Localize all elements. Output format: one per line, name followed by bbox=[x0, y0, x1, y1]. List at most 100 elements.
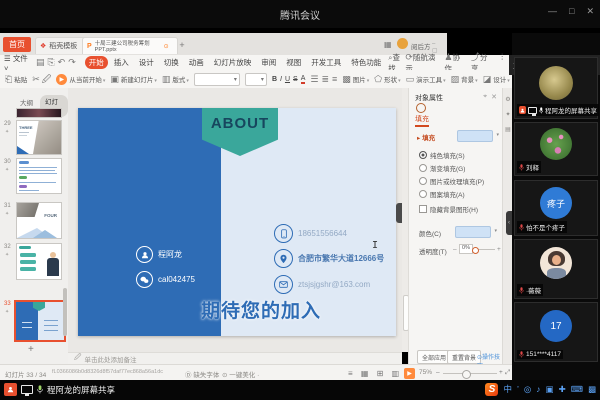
zoom-out-icon[interactable]: – bbox=[436, 369, 440, 376]
underline-button[interactable]: U bbox=[285, 76, 290, 83]
thumbnail-33-selected[interactable] bbox=[14, 300, 66, 342]
user-avatar[interactable] bbox=[397, 38, 408, 49]
doc-sync-icon[interactable]: ⊙ bbox=[164, 43, 169, 50]
transparency-value[interactable]: 0% bbox=[459, 244, 473, 254]
background-button[interactable]: ▨ 背景 bbox=[451, 74, 478, 84]
tab-design[interactable]: 设计 bbox=[135, 56, 158, 69]
ime-punct-icon[interactable]: ’ bbox=[517, 383, 519, 396]
undo-icon[interactable]: ↶ bbox=[58, 58, 66, 67]
fit-window-icon[interactable]: ⤢ bbox=[505, 369, 510, 377]
layout-button[interactable]: ▥ 版式 bbox=[162, 74, 189, 84]
tab-review[interactable]: 审阅 bbox=[257, 56, 280, 69]
tab-slideshow[interactable]: 幻灯片放映 bbox=[210, 56, 256, 69]
animation-pane-icon[interactable]: ✦ bbox=[505, 111, 511, 118]
fill-preview-swatch[interactable] bbox=[457, 130, 493, 142]
pane-collapse-handle[interactable] bbox=[396, 203, 402, 223]
picture-button[interactable]: ▩ 图片 bbox=[342, 74, 369, 84]
font-select[interactable]: ▾ bbox=[194, 73, 240, 86]
tab-animation[interactable]: 动画 bbox=[185, 56, 208, 69]
bullet-list-icon[interactable]: ☰ bbox=[310, 75, 318, 84]
play-from-current-button[interactable]: ▶ 从当前开始 bbox=[56, 74, 105, 85]
thumbnail-28-partial[interactable] bbox=[16, 108, 62, 118]
add-slide-button[interactable]: + bbox=[28, 344, 34, 355]
thumbnail-29[interactable]: THREE bbox=[16, 120, 62, 155]
participant-tile-sharer[interactable]: 程阿龙的屏幕共享 bbox=[514, 57, 598, 119]
selection-pane-icon[interactable]: ▤ bbox=[505, 126, 511, 133]
apps-grid-icon[interactable]: ▦ bbox=[384, 40, 392, 49]
strike-button[interactable]: S bbox=[293, 76, 298, 83]
ime-emoji-icon[interactable]: ◎ bbox=[524, 383, 531, 396]
ime-skin-icon[interactable]: ▣ bbox=[546, 383, 554, 396]
participant-tile[interactable]: 刘释 bbox=[514, 122, 598, 176]
participant-tile[interactable]: 17 151****4117 bbox=[514, 302, 598, 362]
restore-icon[interactable]: □ bbox=[569, 6, 574, 17]
present-tools-button[interactable]: ▭ 演示工具 bbox=[406, 74, 446, 84]
thumbnail-31[interactable]: FOUR bbox=[16, 202, 62, 239]
pin-icon[interactable]: ⌖ bbox=[483, 93, 487, 101]
tab-transition[interactable]: 切换 bbox=[160, 56, 183, 69]
redo-icon[interactable]: ↷ bbox=[68, 58, 76, 67]
ime-medical-icon[interactable]: ✚ bbox=[559, 383, 566, 396]
italic-button[interactable]: I bbox=[280, 76, 282, 83]
slider-handle[interactable] bbox=[472, 247, 479, 254]
close-icon[interactable]: ✕ bbox=[586, 6, 594, 17]
option-picture-fill[interactable]: 图片或纹理填充(P) bbox=[419, 176, 484, 186]
print-icon[interactable]: ⎘ bbox=[47, 58, 54, 67]
tab-insert[interactable]: 插入 bbox=[110, 56, 133, 69]
properties-icon[interactable]: ⚙ bbox=[505, 96, 511, 103]
zoom-in-icon[interactable]: + bbox=[499, 369, 503, 376]
font-size-select[interactable]: ▾ bbox=[245, 73, 267, 86]
fill-tab[interactable]: 填充 bbox=[415, 114, 429, 127]
font-color-icon[interactable]: A bbox=[301, 75, 306, 84]
zoom-slider-handle[interactable] bbox=[462, 370, 471, 379]
current-slide[interactable]: ABOUT 程阿龙 cal042475 18651556644 bbox=[78, 108, 396, 336]
view-mode-icons[interactable]: ≡ ▦ ⊞ ▥ bbox=[348, 369, 402, 378]
minimize-icon[interactable]: — bbox=[548, 6, 557, 17]
reset-background-button[interactable]: 重置背景 bbox=[447, 350, 481, 364]
color-swatch[interactable] bbox=[455, 226, 491, 238]
ime-toolbox-icon[interactable]: ▩ bbox=[588, 383, 596, 396]
slideshow-play-button[interactable]: ▶ bbox=[404, 368, 415, 379]
option-hide-background[interactable]: 隐藏背景图形(H) bbox=[419, 204, 478, 214]
thumbnail-30[interactable] bbox=[16, 158, 62, 194]
panel-scrollbar[interactable] bbox=[63, 88, 67, 364]
notes-bar[interactable]: 🖉 单击此处添加备注 bbox=[68, 352, 402, 364]
beautify-button[interactable]: ⊙ 一键美化 · bbox=[222, 369, 259, 379]
ime-voice-icon[interactable]: ♪ bbox=[536, 383, 540, 396]
option-pattern-fill[interactable]: 图案填充(A) bbox=[419, 189, 465, 199]
tab-devtools[interactable]: 开发工具 bbox=[307, 56, 345, 69]
missing-font-notice[interactable]: Ⓓ 缺失字体 bbox=[185, 369, 219, 379]
docer-tab[interactable]: ❖ 稻壳模板 bbox=[35, 37, 87, 54]
outline-tab[interactable]: 大纲 bbox=[20, 97, 33, 107]
sogou-logo-icon[interactable]: S bbox=[485, 383, 498, 396]
document-tab[interactable]: P 十局三建公司税务筹划PPT.pptx ⊙ bbox=[82, 37, 178, 54]
numbered-list-icon[interactable]: ≣ bbox=[321, 75, 329, 84]
new-slide-button[interactable]: ▣ 新建幻灯片 bbox=[110, 74, 157, 84]
wps-home-button[interactable]: 首页 bbox=[3, 37, 31, 52]
thumbnail-32[interactable] bbox=[16, 243, 62, 280]
format-painter-icon[interactable]: 🖉 bbox=[42, 75, 52, 84]
apply-all-button[interactable]: 全部应用 bbox=[417, 350, 451, 364]
fill-section-header[interactable]: ▸ 填充 bbox=[417, 132, 435, 142]
shape-button[interactable]: ⬠ 形状 bbox=[374, 74, 400, 84]
participant-tile[interactable]: 疼子 怕不是个疼子 bbox=[514, 180, 598, 236]
zoom-level[interactable]: 75% bbox=[419, 369, 432, 376]
cut-icon[interactable]: ✂ bbox=[32, 75, 40, 84]
ime-chinese-icon[interactable]: 中 bbox=[503, 383, 512, 396]
design-button[interactable]: ◪ 设计 bbox=[483, 74, 510, 84]
align-icon[interactable]: ≡ bbox=[332, 75, 337, 84]
tab-features[interactable]: 特色功能 bbox=[347, 56, 385, 69]
paste-button[interactable]: ⎗ 粘贴 bbox=[5, 74, 27, 84]
tab-view[interactable]: 视图 bbox=[282, 56, 305, 69]
bold-button[interactable]: B bbox=[272, 76, 277, 83]
transparency-plus[interactable]: + bbox=[497, 246, 501, 253]
participant-tile[interactable]: ·薇薇 bbox=[514, 239, 598, 299]
slide-canvas[interactable]: ABOUT 程阿龙 cal042475 18651556644 bbox=[68, 88, 402, 352]
new-tab-button[interactable]: + bbox=[173, 37, 191, 53]
transparency-minus[interactable]: – bbox=[453, 246, 457, 253]
option-gradient-fill[interactable]: 渐变填充(G) bbox=[419, 163, 465, 173]
option-solid-fill[interactable]: 纯色填充(S) bbox=[419, 150, 465, 160]
tab-home[interactable]: 开始 bbox=[85, 56, 108, 69]
ime-keyboard-icon[interactable]: ⌨ bbox=[571, 383, 583, 396]
save-icon[interactable]: ▤ bbox=[36, 58, 45, 67]
